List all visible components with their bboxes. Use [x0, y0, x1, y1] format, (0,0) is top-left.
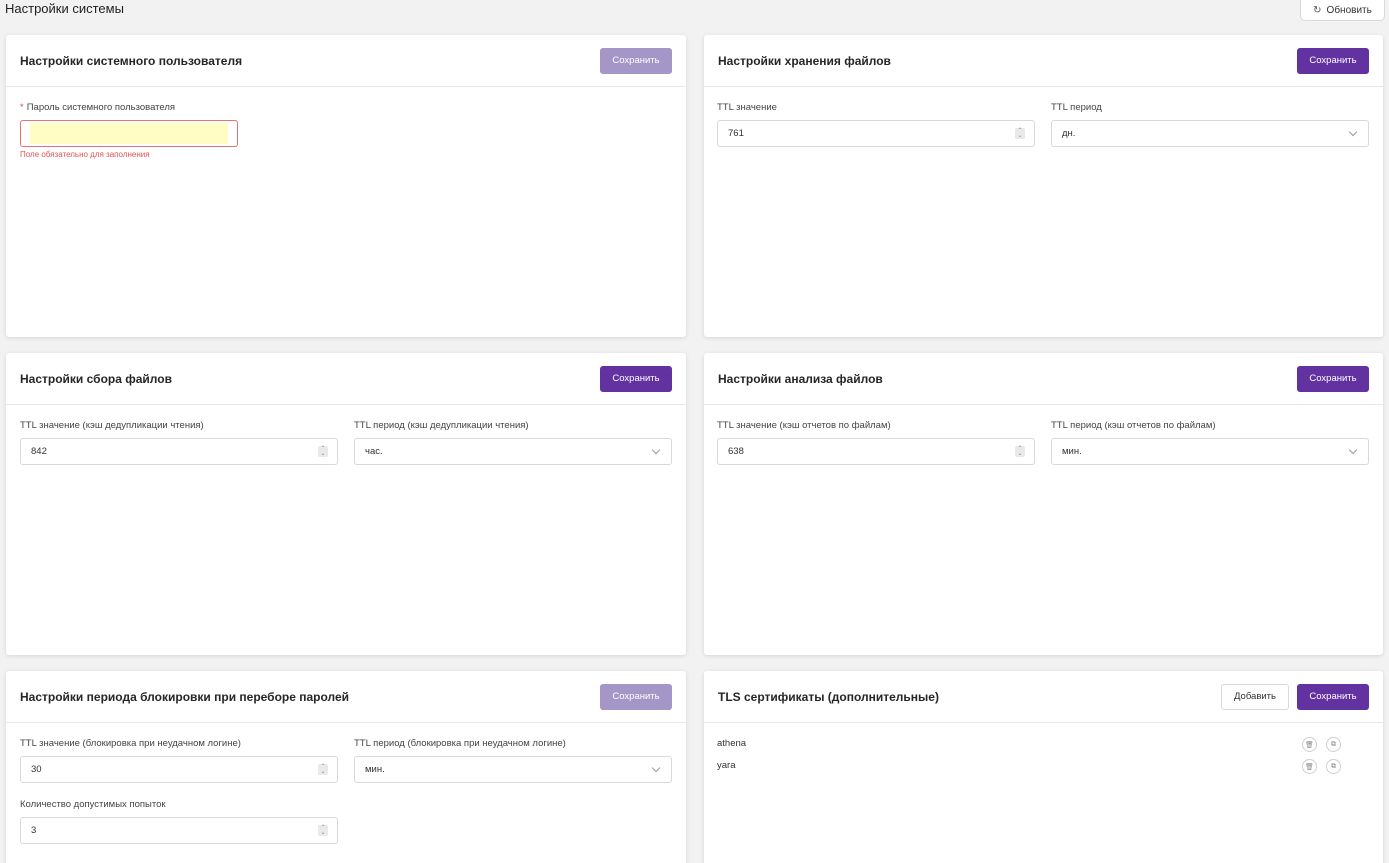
ttl-value-label: TTL значение (кэш дедупликации чтения): [20, 420, 204, 431]
number-stepper-icon[interactable]: ⌃ ⌄: [1015, 128, 1025, 139]
lockout-card: Настройки периода блокировки при перебор…: [6, 671, 686, 863]
save-button[interactable]: Сохранить: [1297, 365, 1369, 392]
card-title: Настройки анализа файлов: [718, 371, 883, 386]
save-button[interactable]: Сохранить: [1297, 47, 1369, 74]
ttl-value-input[interactable]: 638 ⌃ ⌄: [717, 438, 1035, 465]
copy-icon[interactable]: ⧉: [1326, 737, 1341, 752]
file-storage-card: Настройки хранения файлов Сохранить TTL …: [704, 35, 1383, 337]
number-stepper-icon[interactable]: ⌃ ⌄: [1015, 446, 1025, 457]
ttl-value-label: TTL значение: [717, 102, 777, 113]
cert-item: athena: [717, 738, 747, 749]
cert-item: yara: [717, 760, 736, 771]
ttl-value-label: TTL значение (блокировка при неудачном л…: [20, 738, 241, 749]
system-user-card: Настройки системного пользователя Сохран…: [6, 35, 686, 337]
card-header: Настройки системного пользователя Сохран…: [6, 35, 686, 87]
ttl-value-input[interactable]: 842 ⌃ ⌄: [20, 438, 338, 465]
chevron-down-icon: [651, 445, 661, 455]
save-button[interactable]: Сохранить: [600, 47, 672, 74]
ttl-period-select[interactable]: мин.: [1051, 438, 1369, 465]
page-title: Настройки системы: [5, 1, 124, 16]
card-title: TLS сертификаты (дополнительные): [718, 689, 939, 704]
card-header: TLS сертификаты (дополнительные) Добавит…: [704, 671, 1383, 723]
cert-actions: 🗑 ⧉: [1302, 759, 1341, 774]
card-title: Настройки хранения файлов: [718, 53, 891, 68]
card-header: Настройки хранения файлов Сохранить: [704, 35, 1383, 87]
save-button[interactable]: Сохранить: [600, 683, 672, 710]
ttl-period-select[interactable]: дн.: [1051, 120, 1369, 147]
attempts-input[interactable]: 3 ⌃ ⌄: [20, 817, 338, 844]
number-stepper-icon[interactable]: ⌃ ⌄: [318, 446, 328, 457]
ttl-period-select[interactable]: мин.: [354, 756, 672, 783]
file-analysis-card: Настройки анализа файлов Сохранить TTL з…: [704, 353, 1383, 655]
card-title: Настройки системного пользователя: [20, 53, 243, 68]
card-header: Настройки анализа файлов Сохранить: [704, 353, 1383, 405]
ttl-value-label: TTL значение (кэш отчетов по файлам): [717, 420, 891, 431]
card-header: Настройки сбора файлов Сохранить: [6, 353, 686, 405]
error-message: Поле обязательно для заполнения: [20, 150, 150, 159]
save-button[interactable]: Сохранить: [1297, 683, 1369, 710]
file-collection-card: Настройки сбора файлов Сохранить TTL зна…: [6, 353, 686, 655]
card-header: Настройки периода блокировки при перебор…: [6, 671, 686, 723]
chevron-down-icon: [1348, 445, 1358, 455]
ttl-value-input[interactable]: 761 ⌃ ⌄: [717, 120, 1035, 147]
password-label: * Пароль системного пользователя: [20, 102, 176, 113]
card-title: Настройки периода блокировки при перебор…: [20, 689, 350, 704]
save-button[interactable]: Сохранить: [600, 365, 672, 392]
ttl-value-input[interactable]: 30 ⌃ ⌄: [20, 756, 338, 783]
card-title: Настройки сбора файлов: [20, 371, 172, 386]
chevron-down-icon: [1348, 127, 1358, 137]
add-button[interactable]: Добавить: [1221, 683, 1289, 710]
ttl-period-label: TTL период (кэш отчетов по файлам): [1051, 420, 1216, 431]
attempts-label: Количество допустимых попыток: [20, 799, 166, 810]
card-actions: Добавить Сохранить: [1221, 683, 1369, 710]
autofill-highlight: [30, 123, 228, 144]
number-stepper-icon[interactable]: ⌃ ⌄: [318, 825, 328, 836]
delete-icon[interactable]: 🗑: [1302, 759, 1317, 774]
ttl-period-label: TTL период (блокировка при неудачном лог…: [354, 738, 566, 749]
copy-icon[interactable]: ⧉: [1326, 759, 1341, 774]
refresh-label: Обновить: [1326, 4, 1372, 16]
delete-icon[interactable]: 🗑: [1302, 737, 1317, 752]
password-input[interactable]: [20, 120, 238, 147]
refresh-button[interactable]: ↻ Обновить: [1300, 0, 1385, 21]
ttl-period-select[interactable]: час.: [354, 438, 672, 465]
ttl-period-label: TTL период: [1051, 102, 1102, 113]
cert-actions: 🗑 ⧉: [1302, 737, 1341, 752]
required-mark: *: [20, 102, 24, 113]
refresh-icon: ↻: [1313, 4, 1322, 16]
number-stepper-icon[interactable]: ⌃ ⌄: [318, 764, 328, 775]
chevron-down-icon: [651, 763, 661, 773]
tls-card: TLS сертификаты (дополнительные) Добавит…: [704, 671, 1383, 863]
ttl-period-label: TTL период (кэш дедупликации чтения): [354, 420, 529, 431]
